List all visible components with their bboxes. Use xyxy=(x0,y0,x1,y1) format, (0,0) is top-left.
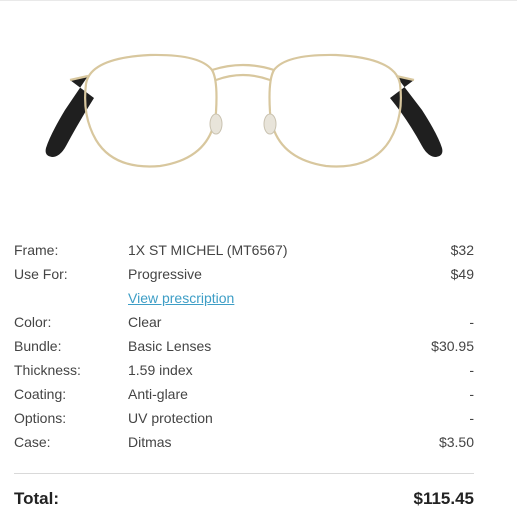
use-for-row: Use For: Progressive $49 xyxy=(14,262,474,286)
view-prescription-link[interactable]: View prescription xyxy=(128,286,234,310)
options-row: Options: UV protection - xyxy=(14,406,474,430)
order-summary: Frame: 1X ST MICHEL (MT6567) $32 Use For… xyxy=(14,238,474,454)
total-row: Total: $115.45 xyxy=(14,487,474,513)
row-price: $49 xyxy=(450,266,474,282)
top-divider xyxy=(0,0,517,1)
frame-row: Frame: 1X ST MICHEL (MT6567) $32 xyxy=(14,238,474,262)
row-label: Options: xyxy=(14,410,67,426)
coating-row: Coating: Anti-glare - xyxy=(14,382,474,406)
right-nose-pad xyxy=(263,113,277,135)
row-value: Progressive xyxy=(128,266,202,282)
row-label: Bundle: xyxy=(14,338,62,354)
color-row: Color: Clear - xyxy=(14,310,474,334)
case-row: Case: Ditmas $3.50 xyxy=(14,430,474,454)
row-label: Use For: xyxy=(14,266,68,282)
row-value: UV protection xyxy=(128,410,213,426)
prescription-row: View prescription xyxy=(14,286,474,310)
bridge xyxy=(211,63,275,72)
row-value: Clear xyxy=(128,314,162,330)
eyeglasses-image xyxy=(45,53,443,168)
bundle-row: Bundle: Basic Lenses $30.95 xyxy=(14,334,474,358)
row-price: - xyxy=(469,314,474,330)
row-price: $30.95 xyxy=(431,338,474,354)
row-value: Anti-glare xyxy=(128,386,188,402)
row-value: Ditmas xyxy=(128,434,172,450)
row-label: Thickness: xyxy=(14,362,81,378)
row-value: 1X ST MICHEL (MT6567) xyxy=(128,242,288,258)
row-value: Basic Lenses xyxy=(128,338,212,354)
row-price: - xyxy=(469,362,474,378)
row-label: Color: xyxy=(14,314,52,330)
total-divider xyxy=(14,473,474,474)
row-price: $3.50 xyxy=(438,434,474,450)
row-price: $32 xyxy=(450,242,474,258)
row-label: Case: xyxy=(14,434,51,450)
row-label: Coating: xyxy=(14,386,67,402)
right-lens-rim xyxy=(268,53,402,168)
row-price: - xyxy=(469,386,474,402)
total-price: $115.45 xyxy=(413,489,474,508)
left-lens-rim xyxy=(84,53,218,168)
row-label: Frame: xyxy=(14,242,59,258)
row-price: - xyxy=(469,410,474,426)
row-value: 1.59 index xyxy=(128,362,193,378)
thickness-row: Thickness: 1.59 index - xyxy=(14,358,474,382)
total-label: Total: xyxy=(14,489,60,508)
right-temple-arm xyxy=(390,76,443,157)
left-nose-pad xyxy=(209,113,223,135)
